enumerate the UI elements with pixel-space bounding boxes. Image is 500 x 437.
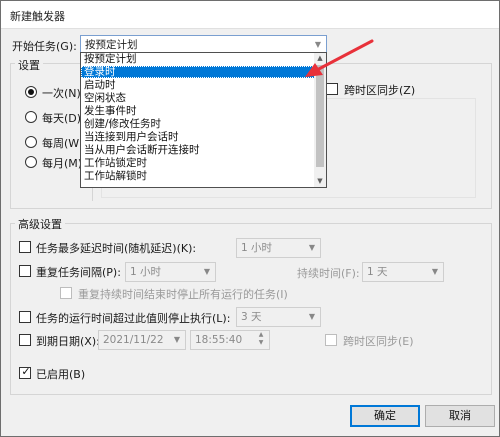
repeat-interval-value: 1 小时 (130, 266, 162, 278)
delay-select[interactable]: 1 小时 ▼ (236, 238, 321, 258)
chevron-down-icon[interactable]: ▼ (307, 308, 317, 326)
repeat-checkbox[interactable] (19, 265, 31, 277)
delay-checkbox[interactable] (19, 241, 31, 253)
stop-if-longer-label: 任务的运行时间超过此值则停止执行(L): (36, 312, 231, 325)
calendar-dropdown-icon[interactable]: ▼ (172, 331, 182, 349)
dropdown-item-on-event[interactable]: 发生事件时 (81, 105, 315, 117)
expire-time-spinner[interactable]: 18:55:40 ▲ ▼ (190, 330, 270, 350)
expire-label: 到期日期(X): (36, 335, 100, 348)
radio-monthly[interactable] (25, 156, 37, 168)
expire-time-value: 18:55:40 (195, 334, 243, 346)
expire-date-picker[interactable]: 2021/11/22 ▼ (98, 330, 186, 350)
radio-monthly-label: 每月(M) (42, 157, 83, 170)
dropdown-item-session-connect[interactable]: 当连接到用户会话时 (81, 131, 315, 143)
enabled-checkbox[interactable]: ✓ (19, 365, 31, 379)
repeat-interval-select[interactable]: 1 小时 ▼ (125, 262, 216, 282)
radio-dot (28, 89, 34, 95)
stop-if-longer-checkbox[interactable] (19, 311, 31, 323)
stop-if-longer-value: 3 天 (241, 311, 262, 323)
dropdown-item-workstation-unlock[interactable]: 工作站解锁时 (81, 170, 315, 182)
sync-timezone-checkbox[interactable] (326, 83, 338, 95)
stop-if-longer-select[interactable]: 3 天 ▼ (236, 307, 321, 327)
duration-value: 1 天 (367, 266, 388, 278)
expire-sync-label: 跨时区同步(E) (343, 335, 414, 348)
expire-date-value: 2021/11/22 (103, 334, 164, 346)
radio-weekly-label: 每周(W) (42, 137, 84, 150)
checkmark-icon: ✓ (21, 365, 31, 378)
scroll-down-icon[interactable]: ▼ (314, 176, 326, 187)
stop-running-checkbox[interactable] (60, 287, 72, 299)
chevron-down-icon[interactable]: ▼ (307, 239, 317, 257)
annotation-arrow-icon (305, 39, 374, 77)
enabled-label: 已启用(B) (36, 368, 86, 381)
cancel-button[interactable]: 取消 (425, 405, 495, 427)
new-trigger-dialog: 新建触发器 开始任务(G): 按预定计划 ▼ 设置 一次(N) 每天(D) 每周… (0, 0, 500, 437)
dropdown-item-workstation-lock[interactable]: 工作站锁定时 (81, 157, 315, 169)
dropdown-item-at-startup[interactable]: 启动时 (81, 79, 315, 91)
dropdown-item-scheduled[interactable]: 按预定计划 (81, 53, 315, 65)
dropdown-item-task-create-modify[interactable]: 创建/修改任务时 (81, 118, 315, 130)
radio-once[interactable] (25, 86, 37, 98)
title-bar: 新建触发器 (1, 1, 499, 29)
radio-once-label: 一次(N) (42, 87, 81, 100)
chevron-down-icon[interactable]: ▼ (202, 263, 212, 281)
settings-group-title: 设置 (15, 57, 43, 73)
ok-button[interactable]: 确定 (350, 405, 420, 427)
chevron-down-icon[interactable]: ▼ (430, 263, 440, 281)
spinner-arrows-icon[interactable]: ▲ ▼ (256, 331, 266, 349)
repeat-label: 重复任务间隔(P): (36, 266, 121, 279)
dropdown-item-at-logon[interactable]: 登录时 (81, 66, 315, 78)
delay-value: 1 小时 (241, 242, 273, 254)
dropdown-item-on-idle[interactable]: 空闲状态 (81, 92, 315, 104)
radio-daily-label: 每天(D) (42, 112, 82, 125)
sync-timezone-label: 跨时区同步(Z) (344, 84, 416, 97)
delay-label: 任务最多延迟时间(随机延迟)(K): (36, 242, 197, 255)
begin-task-label: 开始任务(G): (12, 40, 77, 53)
stop-running-label: 重复持续时间结束时停止所有运行的任务(I) (78, 288, 288, 301)
expire-sync-checkbox[interactable] (325, 334, 337, 346)
begin-task-dropdown-list[interactable]: 按预定计划 登录时 启动时 空闲状态 发生事件时 创建/修改任务时 当连接到用户… (80, 52, 327, 188)
dropdown-item-session-disconnect[interactable]: 当从用户会话断开连接时 (81, 144, 315, 156)
advanced-group-title: 高级设置 (15, 216, 65, 232)
duration-select[interactable]: 1 天 ▼ (362, 262, 444, 282)
dialog-title: 新建触发器 (10, 10, 65, 23)
radio-weekly[interactable] (25, 136, 37, 148)
radio-daily[interactable] (25, 111, 37, 123)
duration-label: 持续时间(F): (297, 267, 360, 280)
expire-checkbox[interactable] (19, 334, 31, 346)
